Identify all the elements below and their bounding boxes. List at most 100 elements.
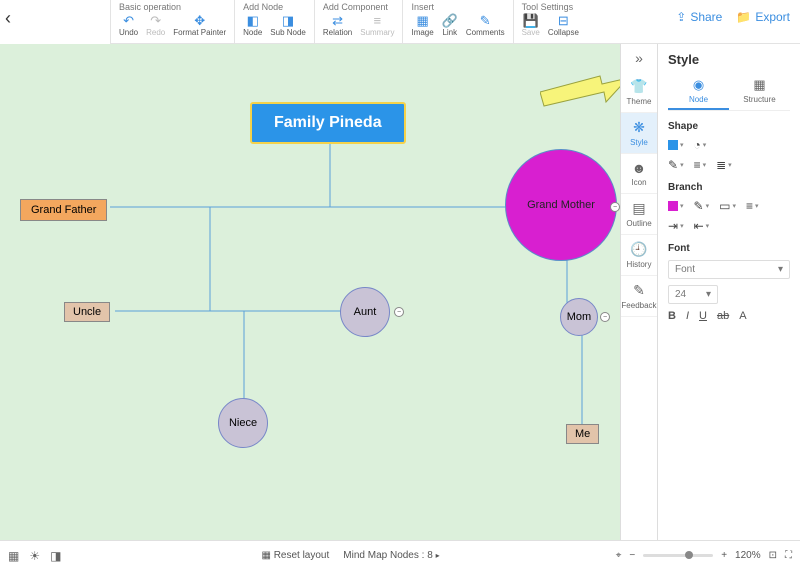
node-grandmother[interactable]: Grand Mother	[505, 149, 617, 261]
tool-label: Relation	[323, 28, 352, 37]
section-font-title: Font	[668, 243, 790, 254]
shape-linestyle-control[interactable]: ≡▾	[694, 158, 707, 172]
image-icon: ▦	[416, 14, 428, 28]
node-tab-icon: ◉	[668, 77, 729, 93]
tool-collapse[interactable]: ⊟Collapse	[548, 14, 579, 37]
sidetab-feedback[interactable]: ✎Feedback	[621, 276, 657, 317]
share-label: Share	[690, 10, 722, 24]
center-view-icon[interactable]: ⌖	[616, 550, 622, 561]
sidetab-icon[interactable]: ☻Icon	[621, 154, 657, 194]
panel-title: Style	[668, 52, 790, 67]
shape-fill-control[interactable]: ▾	[668, 140, 684, 150]
tool-group-title: Add Component	[323, 2, 395, 12]
fullscreen-icon[interactable]: ⛶	[785, 550, 792, 561]
branch-align2-control[interactable]: ⇤▾	[694, 219, 710, 233]
status-bar: ▦ ☀ ◨ ▦ Reset layout Mind Map Nodes : 8 …	[0, 540, 800, 570]
zoom-out-button[interactable]: −	[629, 550, 635, 561]
tool-format-painter[interactable]: ✥Format Painter	[173, 14, 226, 37]
shape-shape-control[interactable]: ◔▾	[694, 138, 707, 152]
branch-width-control[interactable]: ≡▾	[746, 199, 759, 213]
format-painter-icon: ✥	[194, 14, 205, 28]
tool-save: 💾Save	[522, 14, 540, 37]
tool-label: Node	[243, 28, 262, 37]
sidetab-label: History	[627, 260, 652, 269]
top-actions: ⇪Share 📁 Export	[676, 10, 790, 24]
sidetab-label: Icon	[631, 178, 646, 187]
node-grandfather[interactable]: Grand Father	[20, 199, 107, 221]
zoom-slider[interactable]	[643, 554, 713, 557]
node-uncle-label: Uncle	[73, 306, 101, 318]
save-icon: 💾	[523, 14, 539, 28]
brightness-icon[interactable]: ☀	[29, 549, 40, 563]
underline-button[interactable]: U	[699, 310, 707, 322]
tool-undo[interactable]: ↶Undo	[119, 14, 138, 37]
branch-align1-control[interactable]: ⇥▾	[668, 219, 684, 233]
export-label: Export	[755, 10, 790, 24]
tool-label: Collapse	[548, 28, 579, 37]
mindmap-canvas[interactable]: Family Pineda Grand Father Grand Mother …	[0, 44, 620, 540]
share-button[interactable]: ⇪Share	[676, 10, 722, 24]
node-mom-label: Mom	[567, 311, 591, 323]
tool-image[interactable]: ▦Image	[411, 14, 433, 37]
sidetab-history[interactable]: 🕘 History	[621, 235, 657, 276]
tool-label: Link	[442, 28, 457, 37]
branch-color-control[interactable]: ▾	[668, 201, 684, 211]
tool-node[interactable]: ◧Node	[243, 14, 262, 37]
tool-sub-node[interactable]: ◨Sub Node	[270, 14, 306, 37]
node-niece[interactable]: Niece	[218, 398, 268, 448]
node-uncle[interactable]: Uncle	[64, 302, 110, 322]
collapse-toggle-aunt[interactable]: −	[394, 307, 404, 317]
tool-link[interactable]: 🔗Link	[442, 14, 458, 37]
fontcolor-button[interactable]: A	[739, 310, 746, 322]
paneltab-node[interactable]: ◉ Node	[668, 77, 729, 110]
italic-button[interactable]: I	[686, 310, 689, 322]
paneltab-label: Node	[689, 95, 708, 104]
tool-group-title: Basic operation	[119, 2, 226, 12]
zoom-thumb[interactable]	[685, 551, 693, 559]
undo-icon: ↶	[123, 14, 134, 28]
branch-line-control[interactable]: ✎▾	[694, 199, 710, 213]
fit-view-icon[interactable]: ⊡	[769, 550, 777, 561]
sidetab-theme[interactable]: 👕Theme	[621, 72, 657, 113]
tool-group: Basic operation↶Undo↷Redo✥Format Painter	[110, 0, 234, 44]
tool-comments[interactable]: ✎Comments	[466, 14, 505, 37]
sidetab-style[interactable]: ❋Style	[621, 113, 657, 154]
node-me[interactable]: Me	[566, 424, 599, 444]
reset-layout-button[interactable]: ▦ Reset layout	[261, 550, 329, 561]
layers-icon[interactable]: ◨	[50, 549, 61, 563]
font-size-value: 24	[675, 289, 686, 300]
node-icon: ◧	[247, 14, 259, 28]
branch-box-control[interactable]: ▭▾	[719, 199, 736, 213]
tool-group-title: Tool Settings	[522, 2, 579, 12]
history-icon: 🕘	[630, 241, 647, 258]
grid-icon[interactable]: ▦	[8, 549, 19, 563]
font-family-select[interactable]: Font▾	[668, 260, 790, 279]
bold-button[interactable]: B	[668, 310, 676, 322]
export-button[interactable]: 📁 Export	[736, 10, 790, 24]
font-family-value: Font	[675, 264, 695, 275]
shape-linewidth-control[interactable]: ≣▾	[716, 158, 732, 172]
tool-relation[interactable]: ⇄Relation	[323, 14, 352, 37]
strike-button[interactable]: ab	[717, 310, 729, 322]
paneltab-structure[interactable]: ▦Structure	[729, 77, 790, 110]
tool-group-title: Add Node	[243, 2, 306, 12]
node-aunt[interactable]: Aunt	[340, 287, 390, 337]
collapse-toggle-grandmother[interactable]: −	[610, 202, 620, 212]
fill-swatch-icon	[668, 140, 678, 150]
node-mom[interactable]: Mom	[560, 298, 598, 336]
tool-label: Summary	[360, 28, 394, 37]
reset-layout-label: Reset layout	[274, 550, 330, 561]
zoom-in-button[interactable]: +	[721, 550, 727, 561]
comments-icon: ✎	[480, 14, 491, 28]
back-button[interactable]: ‹	[5, 8, 11, 29]
node-root[interactable]: Family Pineda	[250, 102, 406, 144]
collapse-toggle-mom[interactable]: −	[600, 312, 610, 322]
tool-label: Redo	[146, 28, 165, 37]
shape-border-control[interactable]: ✎▾	[668, 158, 684, 172]
export-icon: 📁	[736, 10, 751, 24]
style-panel: Style ◉Node▦Structure Shape ▾ ◔▾ ✎▾ ≡▾ ≣…	[658, 44, 800, 540]
collapse-panel-button[interactable]: »	[621, 44, 657, 72]
font-size-select[interactable]: 24▾	[668, 285, 718, 304]
tool-label: Comments	[466, 28, 505, 37]
sidetab-outline[interactable]: ▤Outline	[621, 194, 657, 235]
